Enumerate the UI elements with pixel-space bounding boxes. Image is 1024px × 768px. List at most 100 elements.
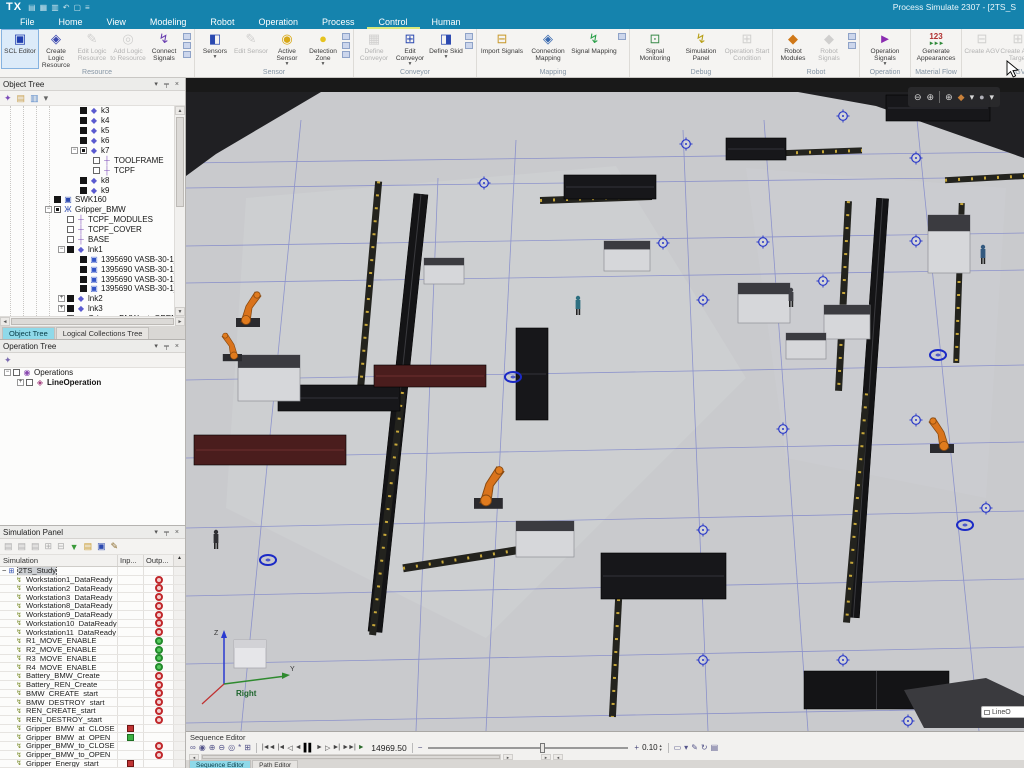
- panel-menu-icon[interactable]: ▾: [151, 342, 161, 350]
- simulation-row-gripper-bmw-to-open[interactable]: ↯Gripper_BMW_to_OPEN: [0, 751, 185, 760]
- zoom-in-icon[interactable]: ⊕: [927, 93, 935, 102]
- menu-file[interactable]: File: [8, 16, 47, 29]
- folder-icon[interactable]: ▤: [17, 93, 26, 104]
- mini-icon[interactable]: [183, 42, 191, 49]
- mini-icon[interactable]: [848, 42, 856, 49]
- tree-item-k9[interactable]: ◆k9: [0, 185, 185, 195]
- tree-checkbox[interactable]: [80, 177, 87, 184]
- tree-checkbox[interactable]: [80, 187, 87, 194]
- tree-item-swk160[interactable]: ▣SWK160: [0, 195, 185, 205]
- 3d-viewport[interactable]: ZYRight ⊖⊕⊕◆▾●▾ LineO: [186, 78, 1024, 731]
- edit-icon[interactable]: ✎: [111, 541, 119, 552]
- mini-icon[interactable]: [183, 51, 191, 58]
- expander-icon[interactable]: +: [58, 295, 65, 302]
- filter-icon[interactable]: ✦: [4, 93, 12, 104]
- tree-checkbox[interactable]: [67, 226, 74, 233]
- simulation-row-r2-move-enable[interactable]: ↯R2_MOVE_ENABLE: [0, 646, 185, 655]
- play-back-slow-button[interactable]: ◁: [287, 744, 291, 752]
- operation-overlay-chip[interactable]: LineO: [981, 706, 1024, 718]
- caret-icon[interactable]: ▾: [684, 743, 688, 752]
- tree-checkbox[interactable]: [80, 137, 87, 144]
- chart2-icon[interactable]: ▤: [18, 541, 27, 552]
- panel-menu-icon[interactable]: ▾: [151, 528, 161, 536]
- expander-icon[interactable]: +: [58, 305, 65, 312]
- simulation-row-r3-move-enable[interactable]: ↯R3_MOVE_ENABLE: [0, 655, 185, 664]
- simulation-row-gripper-bmw-at-open[interactable]: ↯Gripper_BMW_at_OPEN: [0, 733, 185, 742]
- ribbon-button-operation-signals[interactable]: ►Operation Signals▼: [862, 30, 908, 68]
- ribbon-button-import-signals[interactable]: ⊟Import Signals: [479, 30, 525, 68]
- simulation-row-bmw-create-start[interactable]: ↯BMW_CREATE_start: [0, 690, 185, 699]
- close-icon[interactable]: ×: [172, 81, 182, 88]
- tree-item-gripper-bmw-at-open[interactable]: ≋Gripper_BMW_at_OPEN: [0, 314, 185, 316]
- pin-icon[interactable]: ╤: [161, 343, 172, 350]
- object-tree-hscrollbar[interactable]: ◄ ►: [0, 316, 185, 326]
- close-icon[interactable]: ×: [172, 529, 182, 536]
- simulation-row-workstation9-dataready[interactable]: ↯Workstation9_DataReady: [0, 611, 185, 620]
- tree-checkbox[interactable]: [54, 206, 61, 213]
- save-icon[interactable]: ▣: [97, 541, 106, 552]
- tree-checkbox[interactable]: [67, 305, 74, 312]
- tree-checkbox[interactable]: [13, 369, 20, 376]
- simulation-row-gripper-bmw-at-close[interactable]: ↯Gripper_BMW_at_CLOSE: [0, 725, 185, 734]
- tree-checkbox[interactable]: [67, 236, 74, 243]
- tree-checkbox[interactable]: [80, 266, 87, 273]
- simulation-row-battery-bmw-create[interactable]: ↯Battery_BMW_Create: [0, 672, 185, 681]
- tree-item-tcpf-modules[interactable]: ┼TCPF_MODULES: [0, 215, 185, 225]
- tree-item-lineoperation[interactable]: +◈LineOperation: [0, 378, 185, 388]
- tree-item-1395690-vasb-30-1-8-pur[interactable]: ▣1395690 VASB-30-1_8-PUR-: [0, 284, 185, 294]
- ribbon-button-detection-zone[interactable]: ●Detection Zone▼: [305, 30, 341, 68]
- menu-human[interactable]: Human: [420, 16, 473, 29]
- tree-item-lnk1[interactable]: −◆lnk1: [0, 244, 185, 254]
- machine[interactable]: [928, 215, 970, 273]
- view-cube-icon[interactable]: ◆: [958, 93, 965, 102]
- tree-item-lnk3[interactable]: +◆lnk3: [0, 304, 185, 314]
- simulation-row-workstation10-dataready[interactable]: ↯Workstation10_DataReady: [0, 620, 185, 629]
- zoom-out-icon[interactable]: ⊖: [218, 743, 225, 752]
- filter-icon[interactable]: ✦: [4, 355, 12, 366]
- tab-logical-collections-tree[interactable]: Logical Collections Tree: [56, 327, 150, 339]
- pin-icon[interactable]: ╤: [161, 81, 172, 88]
- menu-view[interactable]: View: [95, 16, 138, 29]
- tree-item-k5[interactable]: ◆k5: [0, 126, 185, 136]
- tree-item-1395690-vasb-30-1-8-pur[interactable]: ▣1395690 VASB-30-1_8-PUR-: [0, 254, 185, 264]
- close-icon[interactable]: ×: [172, 343, 182, 350]
- expander-icon[interactable]: −: [58, 246, 65, 253]
- simulation-row-bmw-destroy-start[interactable]: ↯BMW_DESTROY_start: [0, 698, 185, 707]
- scroll-right-icon[interactable]: ►: [175, 317, 185, 326]
- tab-object-tree[interactable]: Object Tree: [2, 327, 55, 339]
- play-slow-button[interactable]: ▷: [325, 744, 329, 752]
- ribbon-button-edit-conveyor[interactable]: ⊞Edit Conveyor▼: [392, 30, 428, 68]
- more-icon[interactable]: ≡: [85, 3, 90, 12]
- to-end-button[interactable]: ►►|: [342, 744, 355, 751]
- simulation-row-r4-move-enable[interactable]: ↯R4_MOVE_ENABLE: [0, 663, 185, 672]
- simulation-row-gripper-bmw-to-close[interactable]: ↯Gripper_BMW_to_CLOSE: [0, 742, 185, 751]
- mini-icon[interactable]: [342, 42, 350, 49]
- tree-item-operations[interactable]: −◉Operations: [0, 368, 185, 378]
- expander-icon[interactable]: −: [45, 206, 52, 213]
- tree-checkbox[interactable]: [54, 196, 61, 203]
- tree-item-base[interactable]: ┼BASE: [0, 235, 185, 245]
- step-fwd-button[interactable]: ►|: [332, 744, 339, 751]
- menu-robot[interactable]: Robot: [198, 16, 246, 29]
- tab-sequence-editor[interactable]: Sequence Editor: [189, 760, 251, 768]
- save-icon[interactable]: ▤: [28, 3, 36, 12]
- center-icon[interactable]: ⊕: [945, 93, 953, 102]
- simulation-row-workstation1-dataready[interactable]: ↯Workstation1_DataReady: [0, 576, 185, 585]
- screen-icon[interactable]: ▭: [674, 743, 682, 752]
- scroll-down-icon[interactable]: ▼: [175, 307, 185, 316]
- menu-operation[interactable]: Operation: [246, 16, 310, 29]
- simulation-row-workstation3-dataready[interactable]: ↯Workstation3_DataReady: [0, 593, 185, 602]
- tree-checkbox[interactable]: [93, 167, 100, 174]
- column-simulation[interactable]: Simulation: [0, 555, 118, 566]
- object-tree-vscrollbar[interactable]: ▲ ▼: [174, 106, 185, 316]
- refresh-icon[interactable]: ↻: [701, 743, 708, 752]
- tree-checkbox[interactable]: [26, 379, 33, 386]
- play-back-button[interactable]: ◄: [295, 744, 301, 751]
- import-icon[interactable]: ▥: [30, 93, 39, 104]
- operation-tree[interactable]: −◉Operations+◈LineOperation: [0, 368, 185, 525]
- machine[interactable]: [786, 333, 826, 359]
- zoom-in-icon[interactable]: ⊕: [209, 743, 216, 752]
- ribbon-button-sensors[interactable]: ◧Sensors▼: [197, 30, 233, 68]
- ribbon-button-active-sensor[interactable]: ◉Active Sensor▼: [269, 30, 305, 68]
- tree-checkbox[interactable]: [80, 285, 87, 292]
